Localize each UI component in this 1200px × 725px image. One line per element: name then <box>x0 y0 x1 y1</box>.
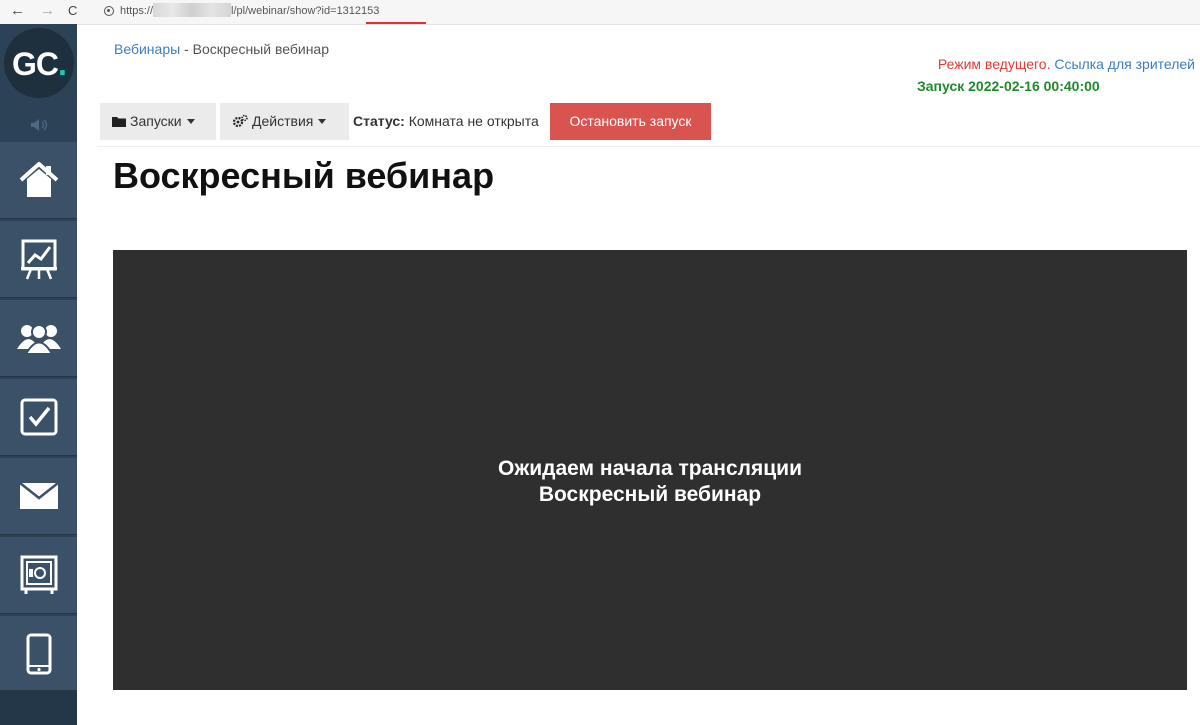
folder-icon <box>112 117 126 127</box>
logo[interactable]: GC. <box>4 28 74 98</box>
actions-label: Действия <box>252 113 314 129</box>
url-id-underline <box>366 22 426 24</box>
player-waiting-message: Ожидаем начала трансляции Воскресный веб… <box>113 456 1187 508</box>
mobile-icon <box>26 633 51 675</box>
logo-dot: . <box>58 46 67 82</box>
chevron-down-icon <box>186 119 195 124</box>
breadcrumb: Вебинары - Воскресный вебинар <box>114 41 329 57</box>
launches-label: Запуски <box>130 113 182 129</box>
launches-dropdown-button[interactable]: Запуски <box>100 103 216 140</box>
forward-arrow-icon[interactable]: → <box>40 2 55 20</box>
sidebar-item-tasks[interactable] <box>0 379 77 456</box>
sidebar-item-users[interactable] <box>0 300 77 377</box>
viewer-link[interactable]: Ссылка для зрителей <box>1054 56 1195 72</box>
waiting-text: Ожидаем начала трансляции <box>498 457 802 480</box>
safe-icon <box>20 555 57 594</box>
sidebar-item-mobile[interactable] <box>0 616 77 693</box>
speaker-icon[interactable] <box>29 118 49 132</box>
status-value: Комната не открыта <box>408 113 539 129</box>
sidebar-item-home[interactable] <box>0 142 77 219</box>
actions-dropdown-button[interactable]: Действия <box>220 103 349 140</box>
sidebar-item-mail[interactable] <box>0 458 77 535</box>
page-title: Воскресный вебинар <box>113 155 495 196</box>
users-icon <box>16 324 61 355</box>
sidebar: GC. <box>0 24 77 725</box>
divider <box>97 146 1200 147</box>
host-mode-info: Режим ведущего. Ссылка для зрителей <box>938 56 1195 72</box>
url-path: l/pl/webinar/show?id=1312153 <box>231 5 380 17</box>
host-mode-label: Режим ведущего. <box>937 56 1051 72</box>
sidebar-item-statistics[interactable] <box>0 221 77 298</box>
breadcrumb-current: Воскресный вебинар <box>192 41 330 57</box>
mail-icon <box>18 482 59 509</box>
webinar-name: Воскресный вебинар <box>538 483 762 506</box>
back-arrow-icon[interactable]: ← <box>10 2 25 20</box>
chart-icon <box>20 239 57 280</box>
launch-datetime: Запуск 2022-02-16 00:40:00 <box>917 78 1100 94</box>
url-prefix: https:// <box>120 5 154 17</box>
site-info-icon[interactable] <box>104 6 114 16</box>
sidebar-footer <box>0 690 77 725</box>
room-status: Статус: Комната не открыта <box>353 113 539 129</box>
reload-icon[interactable]: C <box>68 2 77 20</box>
video-player[interactable]: Ожидаем начала трансляции Воскресный веб… <box>113 250 1187 690</box>
redacted-domain <box>153 3 232 17</box>
sidebar-item-safe[interactable] <box>0 537 77 614</box>
checkbox-icon <box>20 398 57 436</box>
home-icon <box>19 162 58 197</box>
browser-toolbar: ← → C https:// l/pl/webinar/show?id=13121… <box>0 0 1200 25</box>
stop-launch-button[interactable]: Остановить запуск <box>550 103 711 140</box>
address-bar[interactable]: https:// l/pl/webinar/show?id=1312153 <box>96 0 379 24</box>
gears-icon <box>232 114 248 128</box>
breadcrumb-separator: - <box>180 41 193 57</box>
status-label: Статус: <box>353 113 405 129</box>
breadcrumb-link-webinars[interactable]: Вебинары <box>114 41 180 57</box>
logo-text: GC <box>12 46 59 82</box>
chevron-down-icon <box>318 119 327 124</box>
